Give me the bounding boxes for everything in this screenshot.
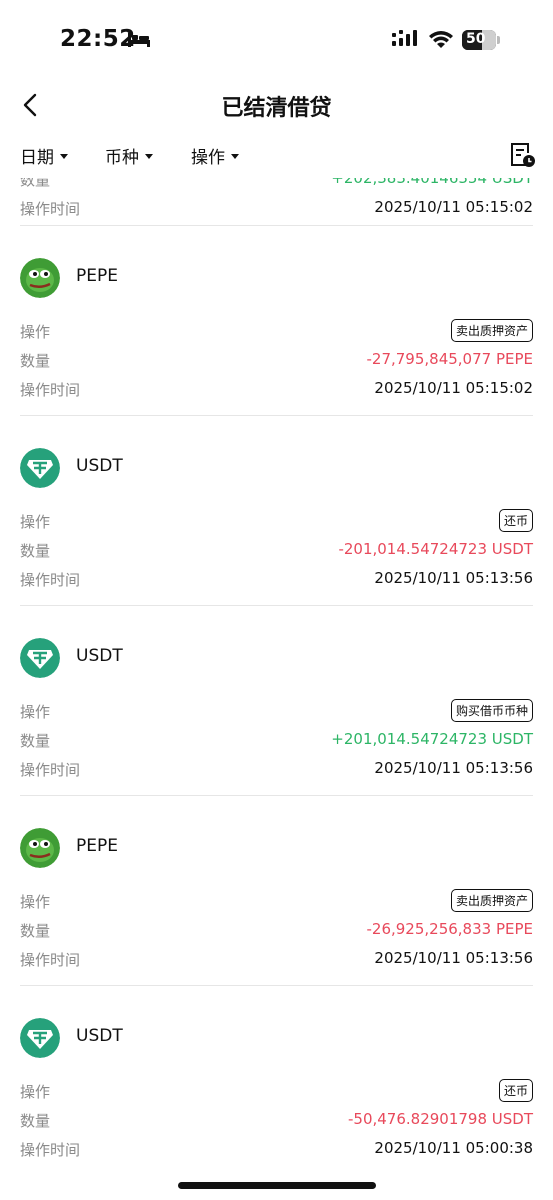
divider	[20, 795, 533, 796]
nav-header: 已结清借贷	[0, 80, 553, 130]
action-row: 操作 卖出质押资产	[20, 889, 533, 913]
action-badge: 还币	[498, 1079, 533, 1102]
status-bar: 22:52 50	[0, 0, 553, 80]
caret-down-icon	[145, 154, 153, 159]
action-label: 操作	[20, 513, 51, 531]
filter-action-label: 操作	[191, 148, 225, 168]
pepe-coin-icon	[20, 258, 60, 298]
amount-label: 数量	[20, 1112, 51, 1130]
amount-row: 数量 -26,925,256,833 PEPE	[20, 918, 533, 942]
time-value: 2025/10/11 05:15:02	[374, 198, 533, 216]
time-row: 操作时间 2025/10/11 05:13:56	[20, 567, 533, 591]
sleep-focus-icon	[128, 33, 150, 47]
battery-tip	[497, 36, 500, 44]
time-value: 2025/10/11 05:13:56	[374, 949, 533, 967]
time-label: 操作时间	[20, 200, 81, 218]
action-row: 操作 还币	[20, 509, 533, 533]
action-badge: 购买借币币种	[450, 699, 533, 722]
coin-name: PEPE	[76, 266, 118, 286]
amount-value: +202,383.40146354 USDT	[331, 178, 533, 187]
list-item: PEPE 操作 卖出质押资产 数量 -26,925,256,833 PEPE 操…	[0, 795, 553, 985]
amount-value: -26,925,256,833 PEPE	[366, 920, 533, 938]
filter-date-label: 日期	[20, 148, 54, 168]
action-label: 操作	[20, 893, 51, 911]
amount-row: 数量 -201,014.54724723 USDT	[20, 538, 533, 562]
caret-down-icon	[60, 154, 68, 159]
time-row: 操作时间 2025/10/11 05:15:02	[20, 196, 533, 220]
amount-value: +201,014.54724723 USDT	[331, 730, 533, 748]
amount-value: -201,014.54724723 USDT	[338, 540, 533, 558]
battery-indicator: 50	[462, 30, 496, 50]
time-value: 2025/10/11 05:00:38	[374, 1139, 533, 1157]
amount-label: 数量	[20, 732, 51, 750]
filter-action[interactable]: 操作	[191, 143, 239, 168]
amount-label: 数量	[20, 352, 51, 370]
coin-name: USDT	[76, 456, 123, 476]
time-row: 操作时间 2025/10/11 05:13:56	[20, 757, 533, 781]
amount-row: 数量 -50,476.82901798 USDT	[20, 1108, 533, 1132]
time-value: 2025/10/11 05:13:56	[374, 569, 533, 587]
action-label: 操作	[20, 1083, 51, 1101]
coin-name: USDT	[76, 1026, 123, 1046]
action-badge: 还币	[498, 509, 533, 532]
amount-label: 数量	[20, 542, 51, 560]
action-row: 操作 购买借币币种	[20, 699, 533, 723]
amount-label: 数量	[20, 922, 51, 940]
time-value: 2025/10/11 05:13:56	[374, 759, 533, 777]
history-record-icon[interactable]	[508, 141, 536, 169]
list-item: USDT 操作 购买借币币种 数量 +201,014.54724723 USDT…	[0, 605, 553, 795]
caret-down-icon	[231, 154, 239, 159]
home-indicator[interactable]	[178, 1182, 376, 1189]
action-row: 操作 还币	[20, 1079, 533, 1103]
list-item: USDT 操作 还币 数量 -50,476.82901798 USDT 操作时间…	[0, 985, 553, 1175]
filter-currency-label: 币种	[105, 148, 139, 168]
amount-row: 数量 -27,795,845,077 PEPE	[20, 348, 533, 372]
loan-record-list[interactable]: 数量 +202,383.40146354 USDT 操作时间 2025/10/1…	[0, 178, 553, 1200]
time-value: 2025/10/11 05:15:02	[374, 379, 533, 397]
filter-date[interactable]: 日期	[20, 143, 68, 168]
amount-row: 数量 +201,014.54724723 USDT	[20, 728, 533, 752]
action-label: 操作	[20, 703, 51, 721]
time-row: 操作时间 2025/10/11 05:15:02	[20, 377, 533, 401]
coin-name: USDT	[76, 646, 123, 666]
pepe-coin-icon	[20, 828, 60, 868]
list-item: 数量 +202,383.40146354 USDT 操作时间 2025/10/1…	[0, 178, 553, 225]
time-label: 操作时间	[20, 381, 81, 399]
list-item: PEPE 操作 卖出质押资产 数量 -27,795,845,077 PEPE 操…	[0, 225, 553, 415]
time-label: 操作时间	[20, 761, 81, 779]
battery-level: 50	[466, 31, 486, 47]
usdt-coin-icon	[20, 1018, 60, 1058]
page-title: 已结清借贷	[221, 96, 332, 121]
action-badge: 卖出质押资产	[450, 889, 533, 912]
divider	[20, 985, 533, 986]
divider	[20, 225, 533, 226]
filter-currency[interactable]: 币种	[105, 143, 153, 168]
status-time: 22:52	[60, 26, 136, 52]
action-label: 操作	[20, 323, 51, 341]
cellular-signal-icon	[392, 30, 417, 46]
action-badge: 卖出质押资产	[450, 319, 533, 342]
action-row: 操作 卖出质押资产	[20, 319, 533, 343]
amount-row: 数量 +202,383.40146354 USDT	[20, 178, 533, 191]
amount-value: -50,476.82901798 USDT	[348, 1110, 533, 1128]
usdt-coin-icon	[20, 448, 60, 488]
time-label: 操作时间	[20, 571, 81, 589]
divider	[20, 605, 533, 606]
list-item: USDT 操作 还币 数量 -201,014.54724723 USDT 操作时…	[0, 415, 553, 605]
divider	[20, 415, 533, 416]
time-label: 操作时间	[20, 951, 81, 969]
usdt-coin-icon	[20, 638, 60, 678]
time-row: 操作时间 2025/10/11 05:13:56	[20, 947, 533, 971]
amount-value: -27,795,845,077 PEPE	[366, 350, 533, 368]
time-label: 操作时间	[20, 1141, 81, 1159]
filter-bar: 日期 币种 操作	[0, 135, 553, 177]
wifi-icon	[429, 31, 453, 48]
time-row: 操作时间 2025/10/11 05:00:38	[20, 1137, 533, 1161]
coin-name: PEPE	[76, 836, 118, 856]
amount-label: 数量	[20, 178, 51, 189]
